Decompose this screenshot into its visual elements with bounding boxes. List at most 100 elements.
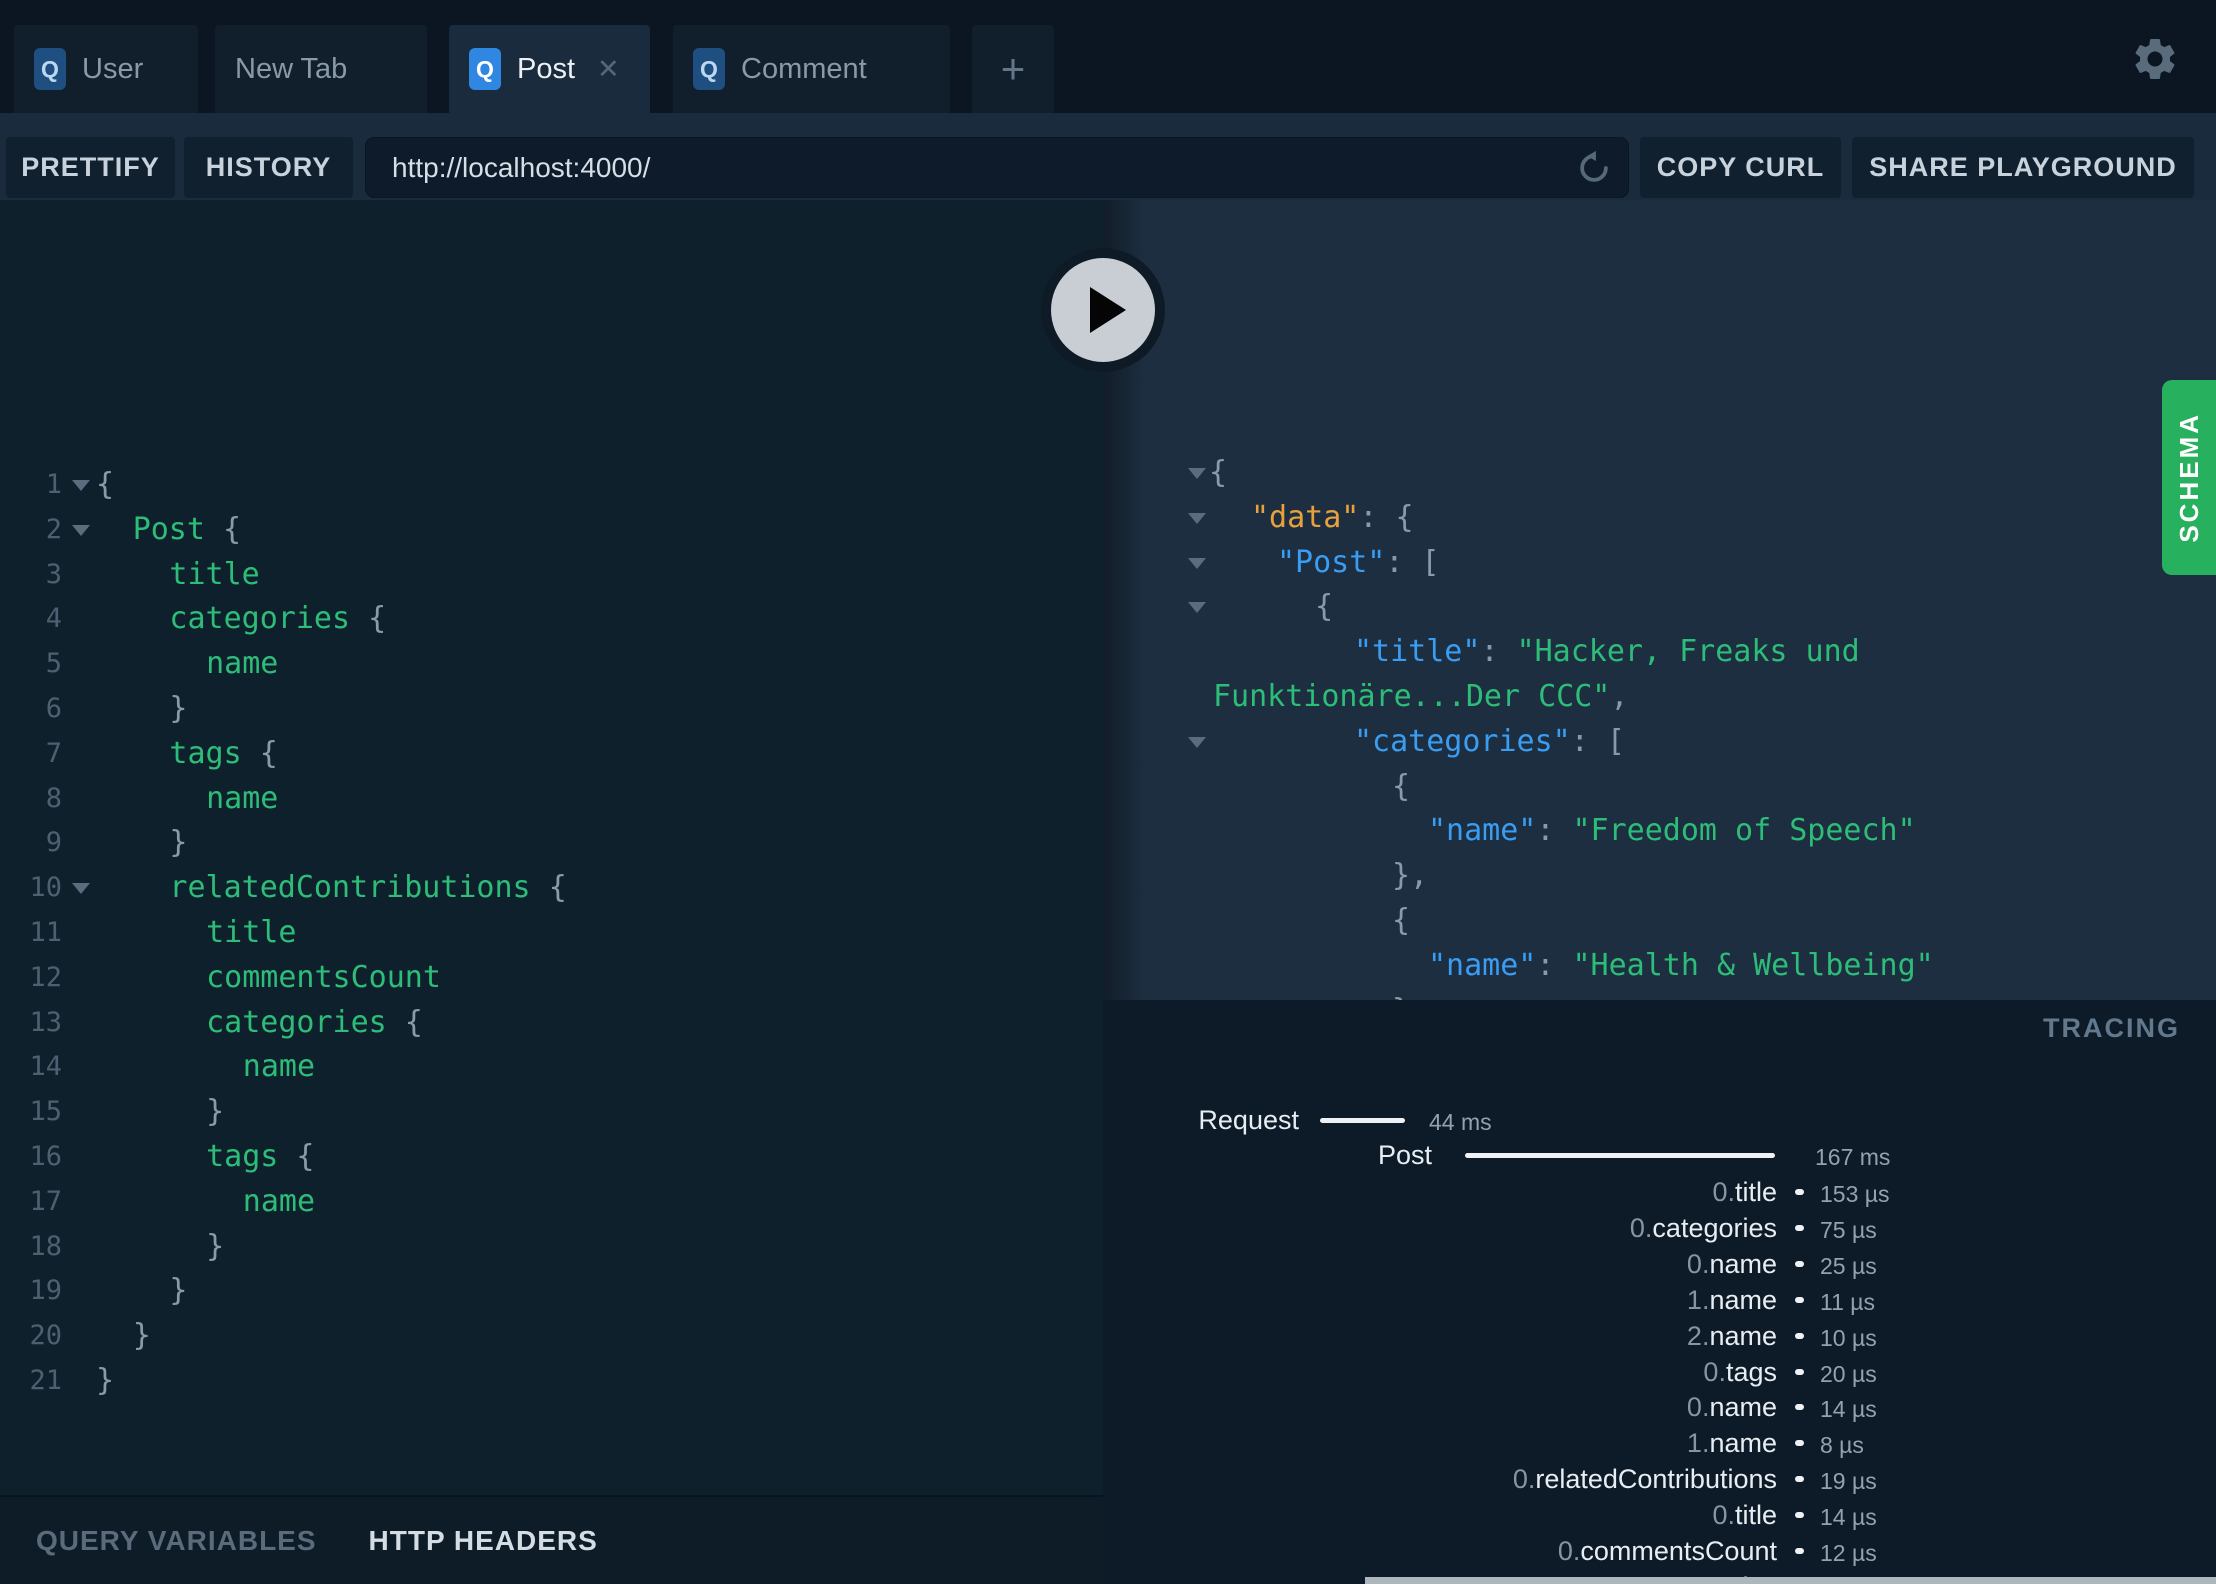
line-number: 18 xyxy=(29,1230,62,1262)
editor-line: 8 name xyxy=(0,777,1103,822)
response-line: }, xyxy=(1103,989,2216,1000)
query-editor-code: 1{2 Post {3 title 4 categories {5 name 6} 7 tags… xyxy=(0,200,1103,1404)
trace-label: 0.tags xyxy=(1103,1354,1777,1390)
schema-side-tab[interactable]: SCHEMA xyxy=(2162,380,2216,575)
prettify-button[interactable]: PRETTIFY xyxy=(6,137,175,198)
trace-field-name: name xyxy=(1709,1428,1777,1459)
trace-duration-bar xyxy=(1795,1260,1804,1267)
line-number: 21 xyxy=(29,1364,62,1396)
trace-row: 0.title 153 µs xyxy=(1103,1174,2216,1210)
fold-arrow-icon[interactable] xyxy=(1188,557,1206,569)
execute-query-button[interactable] xyxy=(1041,248,1165,372)
history-button[interactable]: HISTORY xyxy=(184,137,353,198)
response-pane: {"data": {"Post": [{"title": "Hacker, Fr… xyxy=(1103,200,2216,1000)
line-number: 19 xyxy=(29,1275,62,1307)
trace-duration-value: 12 µs xyxy=(1820,1540,1877,1566)
trace-duration-value: 10 µs xyxy=(1820,1324,1877,1351)
fold-arrow-icon[interactable] xyxy=(1188,512,1206,524)
tracing-horizontal-scrollbar[interactable] xyxy=(1365,1577,2216,1584)
tab-label: New Tab xyxy=(235,52,348,85)
trace-label: 0.name xyxy=(1103,1389,1777,1425)
editor-line: 20} xyxy=(0,1314,1103,1359)
fold-arrow-icon[interactable] xyxy=(1188,468,1206,479)
trace-duration-value: 8 µs xyxy=(1820,1432,1864,1459)
trace-row-post: Post 167 ms xyxy=(1103,1137,2216,1173)
tab-post[interactable]: Q Post ✕ xyxy=(449,25,650,113)
line-number: 6 xyxy=(45,692,62,724)
editor-line: 5 name xyxy=(0,642,1103,687)
fold-arrow-icon[interactable] xyxy=(72,480,90,491)
trace-label: Request xyxy=(1198,1105,1299,1135)
fold-arrow-icon[interactable] xyxy=(1188,736,1206,748)
trace-label: 0.categories xyxy=(1103,1210,1777,1246)
trace-field-name: commentsCount xyxy=(1580,1536,1777,1566)
editor-line: 14 name xyxy=(0,1045,1103,1090)
editor-line: 1{ xyxy=(0,463,1103,508)
line-number: 15 xyxy=(29,1096,62,1128)
trace-duration-bar xyxy=(1795,1332,1804,1339)
endpoint-url-input[interactable] xyxy=(365,137,1629,198)
editor-line: 9} xyxy=(0,821,1103,866)
trace-field-name: categories xyxy=(1652,1212,1777,1243)
trace-field-name: name xyxy=(1709,1392,1777,1423)
response-line: { xyxy=(1103,451,2216,496)
editor-line: 19} xyxy=(0,1269,1103,1314)
response-line: { xyxy=(1392,768,1411,804)
editor-line: 15} xyxy=(0,1090,1103,1135)
response-line: "name": "Freedom of Speech" xyxy=(1428,813,1916,849)
trace-duration-value: 14 µs xyxy=(1820,1504,1877,1531)
tab-comment[interactable]: Q Comment xyxy=(673,25,950,113)
share-playground-button[interactable]: SHARE PLAYGROUND xyxy=(1852,137,2194,198)
trace-row: 0.categories 75 µs xyxy=(1103,1210,2216,1246)
trace-row: 0.commentsCount 12 µs xyxy=(1103,1533,2216,1569)
close-tab-icon[interactable]: ✕ xyxy=(597,55,620,83)
trace-label: 0.name xyxy=(1103,1246,1777,1282)
trace-duration-value: 75 µs xyxy=(1820,1216,1877,1243)
tracing-title: TRACING xyxy=(2043,1013,2180,1043)
trace-row: 0.relatedContributions 19 µs xyxy=(1103,1461,2216,1497)
trace-label: 1.name xyxy=(1103,1282,1777,1318)
editor-line: 21} xyxy=(0,1359,1103,1404)
tab-new-tab[interactable]: New Tab xyxy=(215,25,427,113)
line-number: 9 xyxy=(45,827,62,859)
query-badge: Q xyxy=(34,48,66,90)
tab-label: Post xyxy=(517,52,576,85)
query-badge: Q xyxy=(469,48,501,90)
fold-arrow-icon[interactable] xyxy=(1188,602,1206,614)
copy-curl-button[interactable]: COPY CURL xyxy=(1640,137,1841,198)
tracing-panel: TRACING Request 44 ms Post 167 ms 0.titl… xyxy=(1103,1000,2216,1584)
new-tab-button[interactable]: + xyxy=(972,25,1054,113)
response-line: "name": "Health & Wellbeing" xyxy=(1428,947,1934,983)
tab-user[interactable]: Q User xyxy=(14,25,198,113)
tab-bar: Q User New Tab Q Post ✕ Q Comment + xyxy=(0,0,2216,113)
query-variables-tab[interactable]: QUERY VARIABLES xyxy=(36,1525,317,1557)
settings-gear-icon[interactable] xyxy=(2130,34,2180,84)
editor-line: 4 categories { xyxy=(0,597,1103,642)
http-headers-tab[interactable]: HTTP HEADERS xyxy=(369,1525,598,1557)
editor-line: 12 commentsCount xyxy=(0,956,1103,1001)
trace-index-prefix: 0. xyxy=(1686,1392,1710,1423)
trace-field-name: relatedContributions xyxy=(1535,1464,1777,1495)
trace-duration-value: 11 µs xyxy=(1820,1288,1876,1315)
trace-duration-bar xyxy=(1795,1512,1804,1519)
line-number: 1 xyxy=(45,469,62,500)
fold-arrow-icon[interactable] xyxy=(72,524,90,536)
trace-duration-value: 44 ms xyxy=(1429,1109,1492,1135)
trace-field-name: name xyxy=(1709,1248,1777,1279)
trace-label: Post xyxy=(1377,1140,1432,1170)
trace-duration-bar xyxy=(1465,1153,1775,1158)
editor-line: 7 tags { xyxy=(0,732,1103,777)
trace-label: 0.title xyxy=(1103,1497,1777,1533)
editor-line: 6} xyxy=(0,687,1103,732)
trace-index-prefix: 0. xyxy=(1712,1177,1735,1207)
trace-duration-bar xyxy=(1320,1118,1405,1123)
reload-endpoint-icon[interactable] xyxy=(1575,149,1613,187)
editor-line: 3 title xyxy=(0,553,1103,598)
tab-label: Comment xyxy=(741,52,867,85)
fold-arrow-icon[interactable] xyxy=(72,883,90,895)
trace-duration-bar xyxy=(1795,1440,1804,1447)
line-number: 11 xyxy=(29,916,62,948)
query-editor[interactable]: 1{2 Post {3 title 4 categories {5 name 6} 7 tags… xyxy=(0,200,1103,1495)
line-number: 7 xyxy=(45,737,62,769)
trace-field-name: title xyxy=(1734,1177,1777,1207)
